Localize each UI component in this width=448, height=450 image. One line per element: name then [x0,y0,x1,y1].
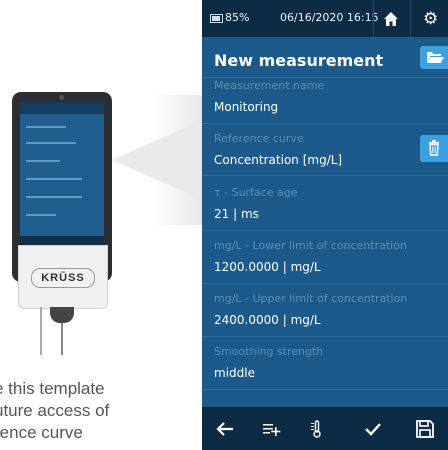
field-label: Smoothing strength [214,345,324,358]
caption-line: rence curve [0,423,83,442]
field-value: Monitoring [214,100,279,114]
field-value: Concentration [mg/L] [214,153,343,167]
divider [202,77,448,78]
field-surface-age[interactable]: τ - Surface age 21 | ms [214,186,414,221]
field-label: mg/L - Upper limit of concentration [214,292,408,305]
device-screen-line [26,196,82,198]
field-lower-limit[interactable]: mg/L - Lower limit of concentration 1200… [214,239,414,274]
field-label: mg/L - Lower limit of concentration [214,239,407,252]
divider [202,123,448,124]
add-to-list-button[interactable] [248,407,294,450]
field-value: middle [214,366,255,380]
status-datetime: 06/16/2020 16:15 [280,11,379,24]
divider [202,283,448,284]
battery-percent: 85% [225,11,250,24]
back-arrow-icon [216,421,233,436]
field-value: 21 | ms [214,207,259,221]
field-reference-curve[interactable]: Reference curve Concentration [mg/L] [214,132,414,167]
caption-text: e this template uture access of rence cu… [0,378,205,444]
kruss-logo: KRŪSS [31,268,95,288]
field-label: Measurement name [214,79,325,92]
temperature-button[interactable] [294,407,340,450]
home-icon[interactable] [383,11,399,27]
device-screen-header [20,102,104,114]
divider [202,175,448,176]
folder-icon [427,52,444,63]
status-bar: 85% 06/16/2020 16:15 ⚙ [202,0,448,37]
device-screen-line [26,214,56,216]
divider [202,389,448,390]
trash-icon [429,140,439,156]
divider [202,230,448,231]
device-camera [59,95,64,100]
field-label: Reference curve [214,132,304,145]
divider [202,336,448,337]
save-icon [416,419,434,438]
status-divider [373,0,374,37]
device-screen [20,102,104,252]
device-screen-line [26,178,82,180]
field-upper-limit[interactable]: mg/L - Upper limit of concentration 2400… [214,292,414,327]
gear-icon[interactable]: ⚙ [423,9,438,29]
device-screen-line [26,160,60,162]
device-nozzle [50,307,74,323]
bottom-toolbar [202,407,448,450]
battery-icon [210,14,223,23]
confirm-button[interactable] [350,407,396,450]
caption-line: uture access of [0,401,110,420]
new-measurement-panel: New measurement Measurement name Monitor… [202,37,448,407]
device-ui-screen: 85% 06/16/2020 16:15 ⚙ New measurement M… [202,0,448,450]
device-base: KRŪSS [18,245,108,309]
caption-line: e this template [0,379,105,398]
back-button[interactable] [202,407,248,450]
page-title: New measurement [214,51,384,70]
field-value: 2400.0000 | mg/L [214,313,321,327]
open-folder-button[interactable] [420,46,448,69]
field-smoothing-strength[interactable]: Smoothing strength middle [214,345,414,380]
field-label: τ - Surface age [214,186,298,199]
check-icon [365,422,381,436]
field-value: 1200.0000 | mg/L [214,260,321,274]
device-screen-line [26,142,76,144]
save-button[interactable] [402,407,448,450]
device-cable [40,307,42,355]
delete-button[interactable] [420,135,448,162]
add-list-icon [263,423,281,436]
device-needle [61,323,63,355]
thermometer-icon [311,419,321,438]
device-screen-line [26,126,66,128]
field-measurement-name[interactable]: Measurement name Monitoring [214,79,414,114]
zoom-beam [112,120,202,200]
status-divider [410,0,411,37]
